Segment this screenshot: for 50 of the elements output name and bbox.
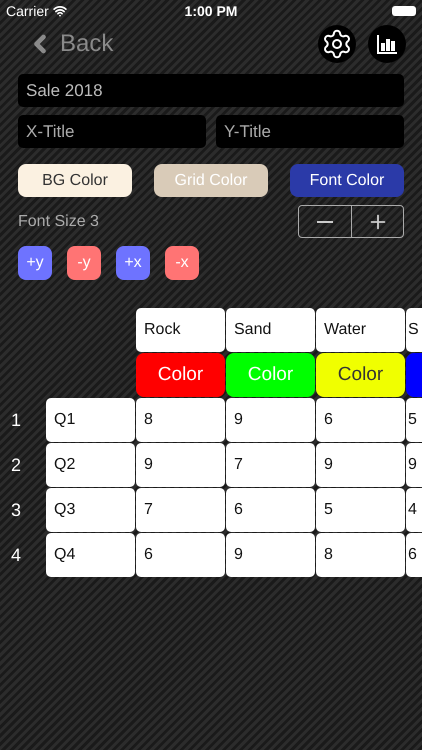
font-size-label: Font Size 3 <box>18 212 99 230</box>
row-label-cell[interactable]: Q1 <box>46 398 135 442</box>
table-cell[interactable]: 6 <box>316 398 405 442</box>
table-cell[interactable]: 5 <box>316 488 405 532</box>
table-cell[interactable]: 9 <box>136 443 225 487</box>
table-cell[interactable]: 8 <box>136 398 225 442</box>
row-label-cell[interactable]: Q2 <box>46 443 135 487</box>
battery-icon <box>392 6 416 16</box>
table-cell[interactable]: 9 <box>316 443 405 487</box>
table-cell[interactable]: 6 <box>226 488 315 532</box>
chart-button[interactable] <box>368 25 406 63</box>
row-number: 4 <box>10 544 22 566</box>
table-cell[interactable]: 6 <box>406 533 422 577</box>
back-button[interactable]: Back <box>26 30 114 58</box>
minus-icon <box>317 220 333 222</box>
color-button[interactable]: Font Color <box>290 164 404 197</box>
table-cell[interactable]: 9 <box>226 533 315 577</box>
axis-title-field[interactable]: X-Title <box>18 115 206 148</box>
carrier-label: Carrier <box>6 3 49 19</box>
column-color-button[interactable]: Color <box>136 353 225 397</box>
row-label-cell[interactable]: Q4 <box>46 533 135 577</box>
column-header[interactable]: Rock <box>136 308 225 352</box>
table-cell[interactable]: 9 <box>406 443 422 487</box>
table-cell[interactable]: 4 <box>406 488 422 532</box>
column-header[interactable]: Water <box>316 308 405 352</box>
column-header[interactable]: S <box>406 308 422 352</box>
font-size-stepper[interactable] <box>298 205 404 238</box>
wifi-icon <box>52 4 67 18</box>
row-number: 3 <box>10 498 22 522</box>
table-cell[interactable]: 6 <box>136 533 225 577</box>
bar-chart-icon <box>376 33 398 55</box>
axis-button[interactable]: +y <box>18 246 52 280</box>
table-cell[interactable]: 7 <box>136 488 225 532</box>
row-number: 1 <box>10 408 22 432</box>
table-cell[interactable]: 7 <box>226 443 315 487</box>
table-cell[interactable]: 8 <box>316 533 405 577</box>
table-cell[interactable]: 9 <box>226 398 315 442</box>
column-color-button[interactable] <box>406 353 422 397</box>
column-header[interactable]: Sand <box>226 308 315 352</box>
axis-button[interactable]: +x <box>116 246 150 280</box>
status-time: 1:00 PM <box>184 3 238 19</box>
settings-icon <box>321 28 353 60</box>
table-cell[interactable]: 5 <box>406 398 422 442</box>
row-label-cell[interactable]: Q3 <box>46 488 135 532</box>
column-color-button[interactable]: Color <box>316 353 405 397</box>
color-button[interactable]: BG Color <box>18 164 132 197</box>
settings-button[interactable] <box>318 25 356 63</box>
title-field[interactable]: Sale 2018 <box>18 74 404 107</box>
axis-title-field[interactable]: Y-Title <box>216 115 404 148</box>
row-number: 2 <box>10 454 22 476</box>
